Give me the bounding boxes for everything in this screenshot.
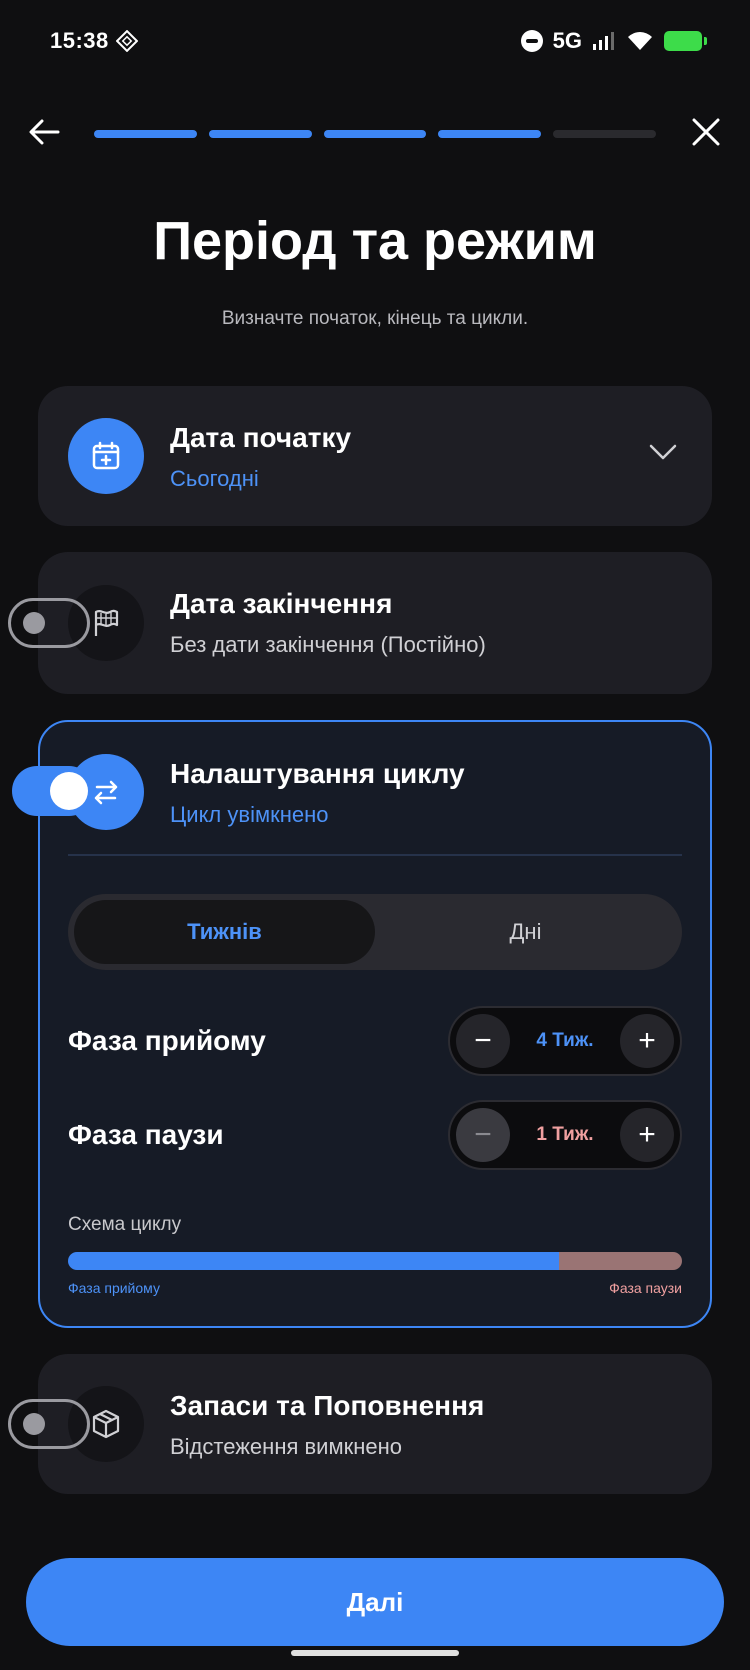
start-date-card[interactable]: Дата початку Сьогодні	[38, 386, 712, 526]
plus-button[interactable]: +	[619, 1108, 674, 1162]
end-date-card: Дата закінчення Без дати закінчення (Пос…	[8, 552, 712, 694]
end-date-value: Без дати закінчення (Постійно)	[170, 632, 486, 657]
scheme-pause-label: Фаза паузи	[609, 1280, 682, 1296]
pause-phase-value: 1 Тиж.	[536, 1124, 594, 1145]
pause-phase-stepper: − 1 Тиж. +	[448, 1100, 682, 1170]
signal-icon	[593, 32, 614, 50]
step-progress-bar	[94, 130, 656, 138]
chevron-down-icon[interactable]	[648, 442, 678, 462]
cycle-settings-card: Налаштування циклу Цикл увімкнено Тижнів…	[12, 720, 712, 1328]
close-icon[interactable]	[686, 112, 726, 152]
toggle-knob	[23, 1413, 45, 1435]
scheme-intake-label: Фаза прийому	[68, 1280, 160, 1296]
supplies-status: Відстеження вимкнено	[170, 1434, 402, 1459]
toggle-knob	[50, 772, 88, 810]
progress-segment	[208, 130, 312, 138]
cycle-title: Налаштування циклу	[170, 758, 465, 789]
home-indicator[interactable]	[291, 1650, 459, 1656]
unit-segmented-control: Тижнів Дні	[68, 894, 682, 970]
end-date-title: Дата закінчення	[170, 588, 393, 619]
diamond-app-icon	[116, 30, 138, 52]
progress-segment	[438, 130, 542, 138]
calendar-plus-icon	[68, 418, 144, 494]
cycle-status: Цикл увімкнено	[170, 802, 329, 827]
status-icons: 5G	[520, 28, 707, 54]
divider	[68, 854, 682, 856]
toggle-knob	[23, 612, 45, 634]
supplies-card: Запаси та Поповнення Відстеження вимкнен…	[8, 1354, 712, 1494]
scheme-pause-segment	[559, 1252, 682, 1270]
pause-phase-label: Фаза паузи	[68, 1119, 224, 1150]
minus-button[interactable]: −	[456, 1108, 510, 1162]
battery-charging-icon	[664, 31, 707, 51]
wifi-icon	[628, 32, 652, 50]
tab-weeks[interactable]: Тижнів	[74, 900, 375, 964]
cycle-scheme-title: Схема циклу	[68, 1214, 182, 1235]
scheme-intake-segment	[68, 1252, 560, 1270]
intake-phase-value: 4 Тиж.	[536, 1030, 594, 1051]
start-date-value: Сьогодні	[170, 466, 259, 491]
cycle-toggle[interactable]	[12, 766, 94, 816]
progress-segment	[553, 130, 656, 138]
progress-segment	[94, 130, 197, 138]
intake-phase-stepper: − 4 Тиж. +	[448, 1006, 682, 1076]
do-not-disturb-icon	[520, 30, 543, 52]
plus-button[interactable]: +	[619, 1014, 674, 1068]
minus-button[interactable]: −	[456, 1014, 510, 1068]
supplies-toggle[interactable]	[8, 1399, 90, 1449]
supplies-title: Запаси та Поповнення	[170, 1390, 485, 1421]
progress-segment	[323, 130, 427, 138]
next-button[interactable]: Далі	[26, 1558, 724, 1646]
start-date-title: Дата початку	[170, 422, 352, 453]
page-title: Період та режим	[153, 211, 597, 271]
tab-days[interactable]: Дні	[375, 900, 676, 964]
end-date-toggle[interactable]	[8, 598, 90, 648]
intake-phase-label: Фаза прийому	[68, 1025, 266, 1056]
page-subtitle: Визначте початок, кінець та цикли.	[221, 308, 529, 329]
cycle-scheme-bar	[68, 1252, 682, 1270]
status-time: 15:38	[50, 28, 109, 53]
network-type: 5G	[552, 28, 582, 53]
back-arrow-icon[interactable]	[24, 112, 64, 152]
